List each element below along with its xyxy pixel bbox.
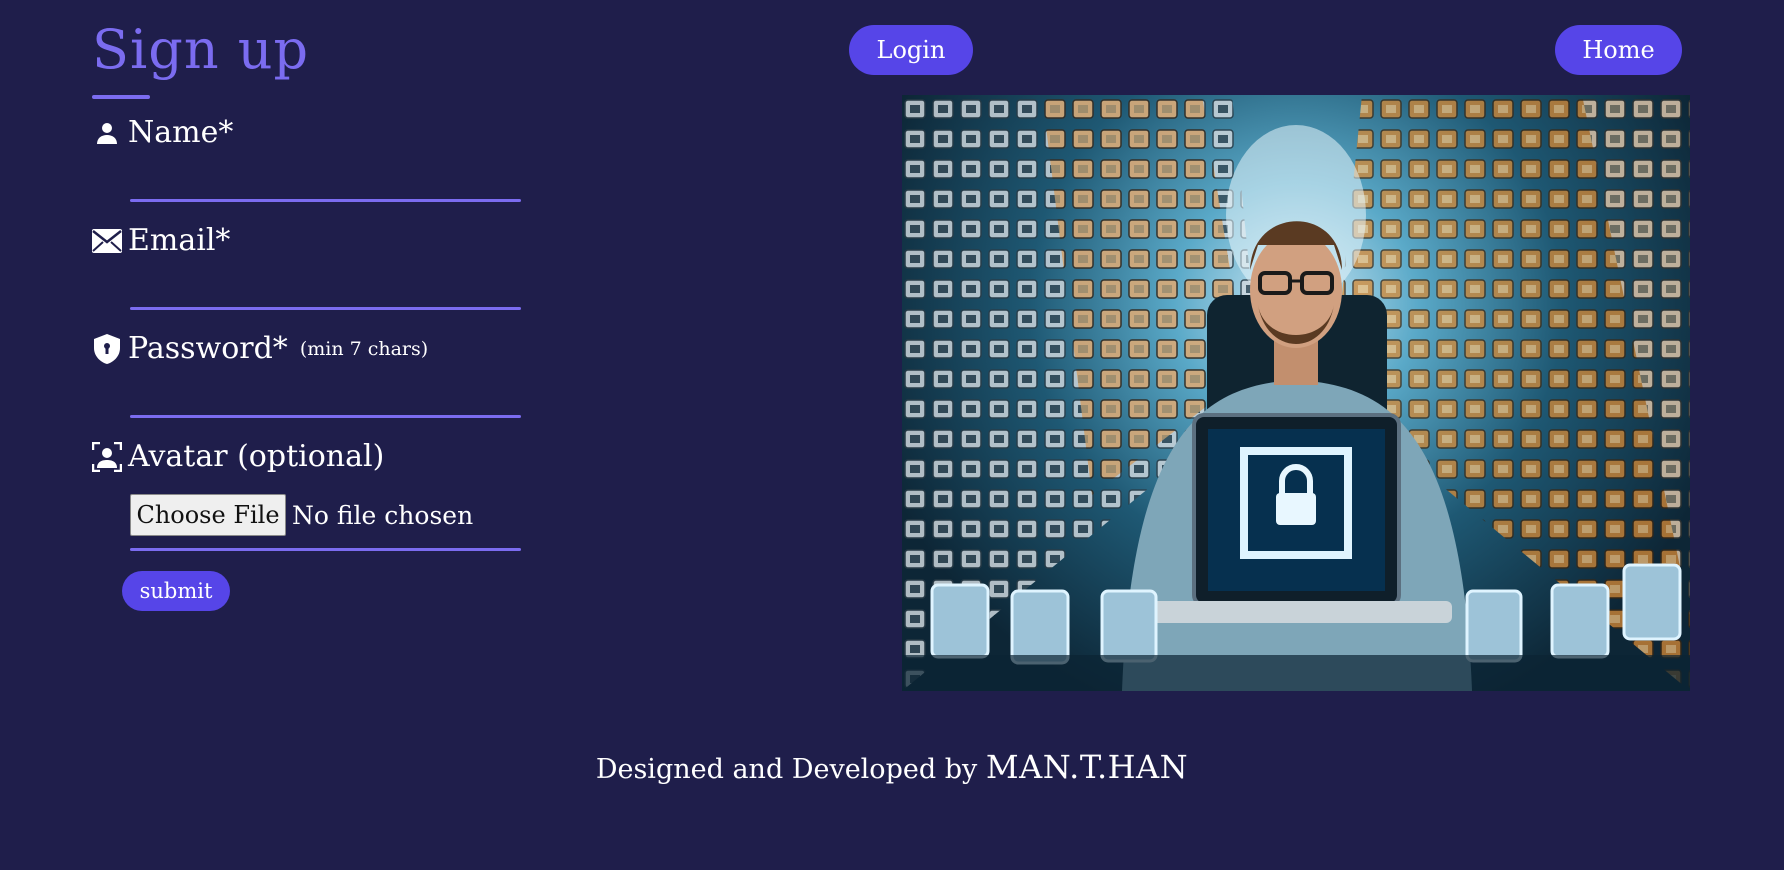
login-button[interactable]: Login	[849, 25, 973, 75]
user-icon	[92, 118, 122, 148]
password-input[interactable]	[130, 415, 521, 418]
avatar-underline	[130, 548, 521, 551]
home-button[interactable]: Home	[1555, 25, 1682, 75]
submit-button[interactable]: submit	[122, 571, 230, 611]
avatar-frame-icon	[92, 442, 122, 472]
name-field[interactable]: Name*	[92, 115, 522, 202]
file-status: No file chosen	[292, 500, 474, 530]
email-input[interactable]	[130, 307, 521, 310]
choose-file-button[interactable]: Choose File	[130, 494, 286, 536]
email-field[interactable]: Email*	[92, 223, 522, 310]
envelope-icon	[92, 226, 122, 256]
footer-credit: Designed and Developed by	[595, 754, 978, 785]
avatar-label: Avatar (optional)	[128, 439, 385, 474]
name-label: Name*	[128, 115, 234, 150]
footer-author: MAN.T.HAN	[985, 748, 1189, 786]
security-illustration	[902, 95, 1690, 691]
name-input[interactable]	[130, 199, 521, 202]
footer: Designed and Developed by MAN.T.HAN	[0, 748, 1784, 786]
page-title: Sign up	[92, 18, 310, 81]
title-underline	[92, 95, 150, 99]
password-field[interactable]: Password* (min 7 chars)	[92, 331, 522, 418]
shield-icon	[92, 334, 122, 364]
signup-page: Sign up Login Home Name* Email* Password…	[0, 0, 1784, 870]
avatar-field: Avatar (optional) Choose File No file ch…	[92, 439, 522, 551]
password-label: Password*	[128, 331, 288, 366]
email-label: Email*	[128, 223, 231, 258]
password-hint: (min 7 chars)	[299, 337, 429, 360]
